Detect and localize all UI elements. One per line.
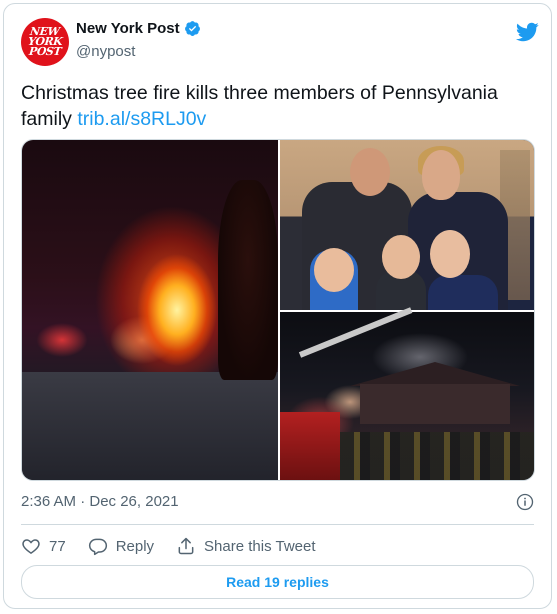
like-button[interactable]: 77: [21, 536, 66, 556]
share-icon: [178, 537, 194, 555]
fire-photo[interactable]: [22, 140, 278, 480]
mother-head: [422, 150, 460, 200]
tweet-card: NEW YORK POST New York Post @nypost Chri…: [3, 3, 552, 609]
share-button[interactable]: Share this Tweet: [176, 536, 316, 556]
twitter-bird-icon[interactable]: [515, 20, 539, 44]
like-count: 77: [49, 537, 66, 555]
verified-badge-icon: [184, 21, 200, 36]
divider: [21, 524, 534, 525]
action-bar: 77 Reply Share this Tweet: [21, 532, 338, 560]
fire-truck-shape: [280, 412, 340, 480]
child-3-figure: [428, 275, 498, 310]
house-roof: [350, 362, 520, 386]
child-3-head: [430, 230, 470, 278]
firefighters-photo[interactable]: [280, 307, 534, 480]
child-2-head: [382, 235, 420, 279]
share-label: Share this Tweet: [204, 537, 316, 555]
reply-button[interactable]: Reply: [88, 536, 154, 556]
tweet-link[interactable]: trib.al/s8RLJ0v: [77, 108, 206, 130]
father-head: [350, 148, 390, 196]
info-icon[interactable]: [516, 493, 534, 511]
firefighter-crew: [340, 432, 534, 480]
ladder-shape: [298, 307, 413, 358]
tree-silhouette: [218, 180, 278, 380]
read-replies-button[interactable]: Read 19 replies: [21, 565, 534, 599]
tweet-timestamp[interactable]: 2:36 AM · Dec 26, 2021: [21, 493, 179, 510]
house-shape: [360, 384, 510, 424]
author-handle[interactable]: @nypost: [76, 43, 135, 60]
avatar-text-line-3: POST: [28, 45, 62, 58]
tweet-text: Christmas tree fire kills three members …: [21, 80, 531, 132]
media-grid: [21, 139, 535, 481]
author-name[interactable]: New York Post: [76, 20, 180, 37]
reply-icon: [88, 538, 107, 556]
road-shape: [22, 372, 278, 480]
author-name-row[interactable]: New York Post: [76, 20, 201, 37]
family-photo[interactable]: [280, 140, 534, 310]
heart-icon: [22, 539, 40, 554]
avatar[interactable]: NEW YORK POST: [21, 18, 69, 66]
reply-label: Reply: [115, 537, 155, 555]
child-1-head: [314, 248, 354, 292]
